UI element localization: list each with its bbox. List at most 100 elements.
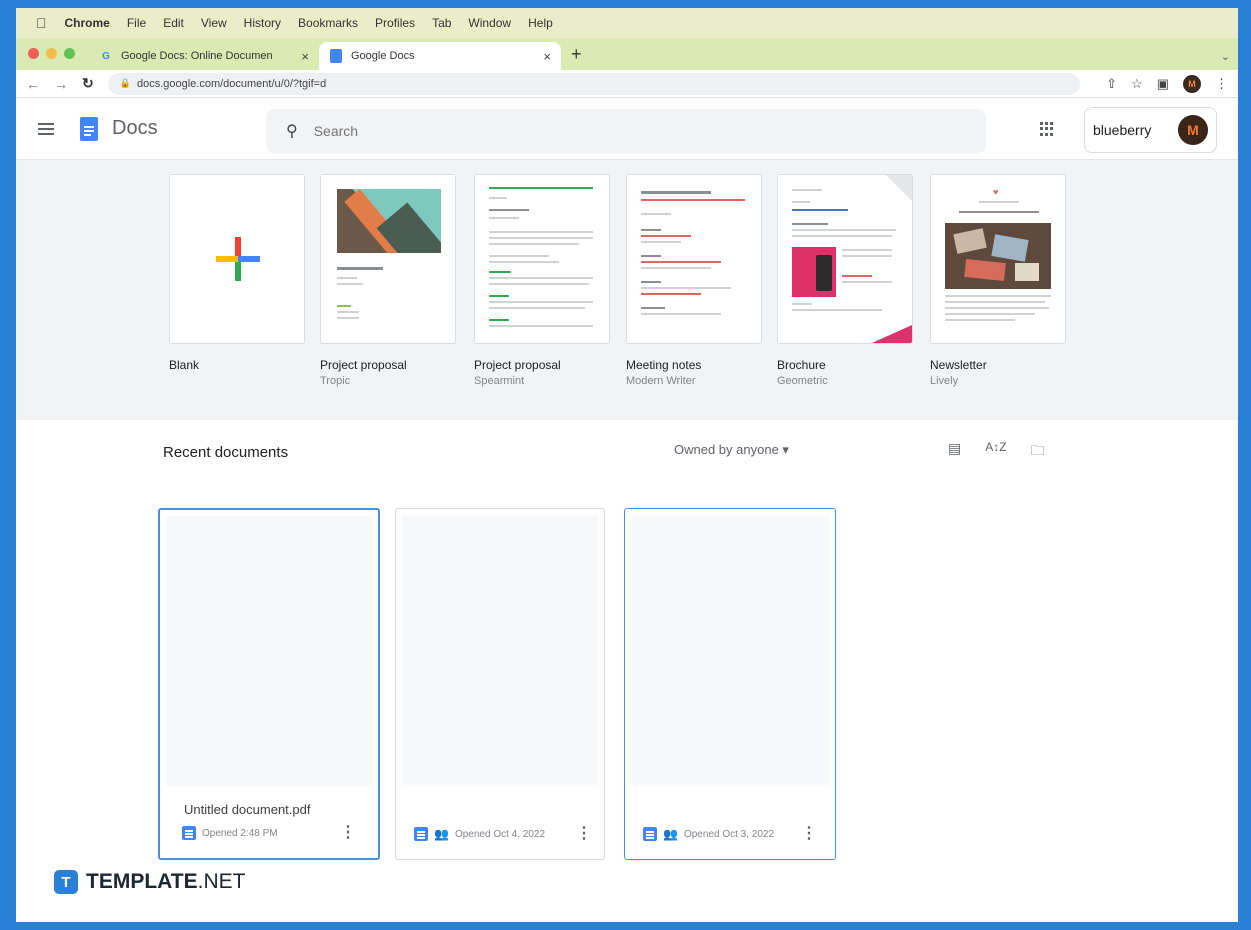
template-thumbnail[interactable]: [320, 174, 456, 344]
window-controls: [16, 48, 89, 70]
menu-edit[interactable]: Edit: [163, 16, 184, 30]
bookmark-star-icon[interactable]: ☆: [1131, 76, 1143, 92]
template-gallery: Blank Project proposal Tropic Project pr…: [16, 160, 1238, 420]
browser-window:  Chrome File Edit View History Bookmark…: [16, 8, 1238, 922]
new-tab-button[interactable]: +: [561, 44, 592, 70]
template-thumbnail[interactable]: [474, 174, 610, 344]
google-icon: G: [102, 50, 110, 62]
template-subtitle: Geometric: [777, 375, 828, 387]
more-options-icon[interactable]: ⋮: [576, 823, 592, 843]
docs-file-icon: [182, 826, 196, 840]
template-project-proposal-tropic[interactable]: Project proposal Tropic: [320, 174, 456, 387]
menu-help[interactable]: Help: [528, 16, 553, 30]
template-project-proposal-spearmint[interactable]: Project proposal Spearmint: [474, 174, 610, 387]
close-tab-icon[interactable]: ×: [543, 49, 551, 64]
more-menu-icon[interactable]: ⋮: [1215, 76, 1228, 92]
address-bar: ← → ↻ 🔒 docs.google.com/document/u/0/?tg…: [16, 70, 1238, 98]
template-brochure[interactable]: Brochure Geometric: [777, 174, 913, 387]
lock-icon[interactable]: 🔒: [120, 78, 131, 89]
template-thumbnail[interactable]: [169, 174, 305, 344]
template-title: Project proposal: [320, 358, 407, 372]
tab-search-chevron-icon[interactable]: ⌄: [1221, 50, 1230, 63]
document-preview[interactable]: [631, 515, 829, 785]
document-meta: 👥 Opened Oct 3, 2022: [643, 827, 774, 841]
profile-avatar[interactable]: M: [1183, 74, 1201, 93]
template-thumbnail[interactable]: [777, 174, 913, 344]
menu-window[interactable]: Window: [468, 16, 511, 30]
menu-file[interactable]: File: [127, 16, 146, 30]
opened-date: Opened 2:48 PM: [202, 827, 278, 839]
template-thumbnail[interactable]: [626, 174, 762, 344]
back-icon[interactable]: ←: [26, 76, 40, 92]
template-subtitle: Tropic: [320, 375, 351, 387]
brand-name: TEMPLATE.NET: [86, 870, 246, 893]
account-switcher[interactable]: blueberry M: [1084, 107, 1217, 153]
minimize-window-button[interactable]: [46, 48, 57, 59]
tab-google-docs-info[interactable]: G Google Docs: Online Documen ×: [89, 42, 319, 70]
avatar: M: [1178, 115, 1208, 145]
folder-icon[interactable]: 🗀: [1031, 440, 1045, 464]
recent-documents-title: Recent documents: [163, 444, 289, 461]
search-box[interactable]: ⚲: [266, 109, 986, 153]
thumbnail-art: [945, 223, 1051, 289]
template-subtitle: Spearmint: [474, 375, 525, 387]
shared-icon: 👥: [434, 827, 449, 841]
google-apps-icon[interactable]: [1040, 122, 1054, 136]
account-label: blueberry: [1093, 122, 1152, 138]
heart-icon: ♥: [993, 187, 999, 197]
recent-documents-header: Recent documents Owned by anyone ▾ ▤ A↕Z…: [16, 420, 1238, 490]
sort-az-icon[interactable]: A↕Z: [985, 440, 1006, 464]
url-field[interactable]: 🔒 docs.google.com/document/u/0/?tgif=d: [107, 72, 1081, 95]
document-preview[interactable]: [402, 515, 598, 785]
main-menu-icon[interactable]: [38, 120, 54, 138]
menu-history[interactable]: History: [244, 16, 281, 30]
menu-tab[interactable]: Tab: [432, 16, 451, 30]
docs-file-icon: [414, 827, 428, 841]
menu-profiles[interactable]: Profiles: [375, 16, 415, 30]
document-card[interactable]: 👥 Opened Oct 3, 2022 ⋮: [624, 508, 836, 860]
menu-view[interactable]: View: [201, 16, 227, 30]
plus-icon: [216, 237, 260, 281]
app-name[interactable]: Docs: [112, 117, 232, 140]
template-title: Brochure: [777, 358, 826, 372]
tab-google-docs[interactable]: Google Docs ×: [319, 42, 561, 70]
share-icon[interactable]: ⇧: [1106, 76, 1117, 92]
tab-title: Google Docs: Online Documen: [121, 50, 273, 62]
template-thumbnail[interactable]: ♥: [930, 174, 1066, 344]
maximize-window-button[interactable]: [64, 48, 75, 59]
view-options: ▤ A↕Z 🗀: [948, 440, 1045, 464]
search-icon[interactable]: ⚲: [286, 121, 298, 141]
menu-app-name[interactable]: Chrome: [65, 16, 110, 30]
tab-strip: G Google Docs: Online Documen × Google D…: [16, 38, 1238, 70]
close-tab-icon[interactable]: ×: [301, 49, 309, 64]
document-meta: Opened 2:48 PM: [182, 826, 278, 840]
template-subtitle: Modern Writer: [626, 375, 696, 387]
document-card[interactable]: Untitled document.pdf Opened 2:48 PM ⋮: [158, 508, 380, 860]
template-title: Blank: [169, 358, 200, 372]
docs-logo-icon[interactable]: [80, 116, 98, 141]
docs-header: Docs ⚲ blueberry M: [16, 98, 1238, 160]
list-view-icon[interactable]: ▤: [948, 440, 961, 464]
side-panel-icon[interactable]: ▣: [1157, 76, 1169, 92]
search-input[interactable]: [313, 123, 914, 139]
menu-bookmarks[interactable]: Bookmarks: [298, 16, 358, 30]
brand-logo-icon: T: [54, 870, 78, 894]
document-card[interactable]: 👥 Opened Oct 4, 2022 ⋮: [395, 508, 605, 860]
more-options-icon[interactable]: ⋮: [340, 822, 356, 842]
more-options-icon[interactable]: ⋮: [801, 823, 817, 843]
template-blank[interactable]: Blank: [169, 174, 305, 375]
document-preview[interactable]: [166, 516, 372, 786]
close-window-button[interactable]: [28, 48, 39, 59]
forward-icon[interactable]: →: [54, 76, 68, 92]
apple-icon[interactable]: : [36, 15, 47, 31]
opened-date: Opened Oct 4, 2022: [454, 828, 546, 840]
owner-filter-dropdown[interactable]: Owned by anyone ▾: [674, 442, 789, 458]
url-text: docs.google.com/document/u/0/?tgif=d: [136, 77, 327, 90]
opened-date: Opened Oct 3, 2022: [683, 828, 775, 840]
template-meeting-notes[interactable]: Meeting notes Modern Writer: [626, 174, 762, 387]
thumbnail-art: [337, 189, 441, 253]
template-newsletter[interactable]: ♥ Newsletter Lively: [930, 174, 1066, 387]
reload-icon[interactable]: ↻: [82, 75, 94, 92]
shared-icon: 👥: [663, 827, 678, 841]
document-meta: 👥 Opened Oct 4, 2022: [414, 827, 545, 841]
